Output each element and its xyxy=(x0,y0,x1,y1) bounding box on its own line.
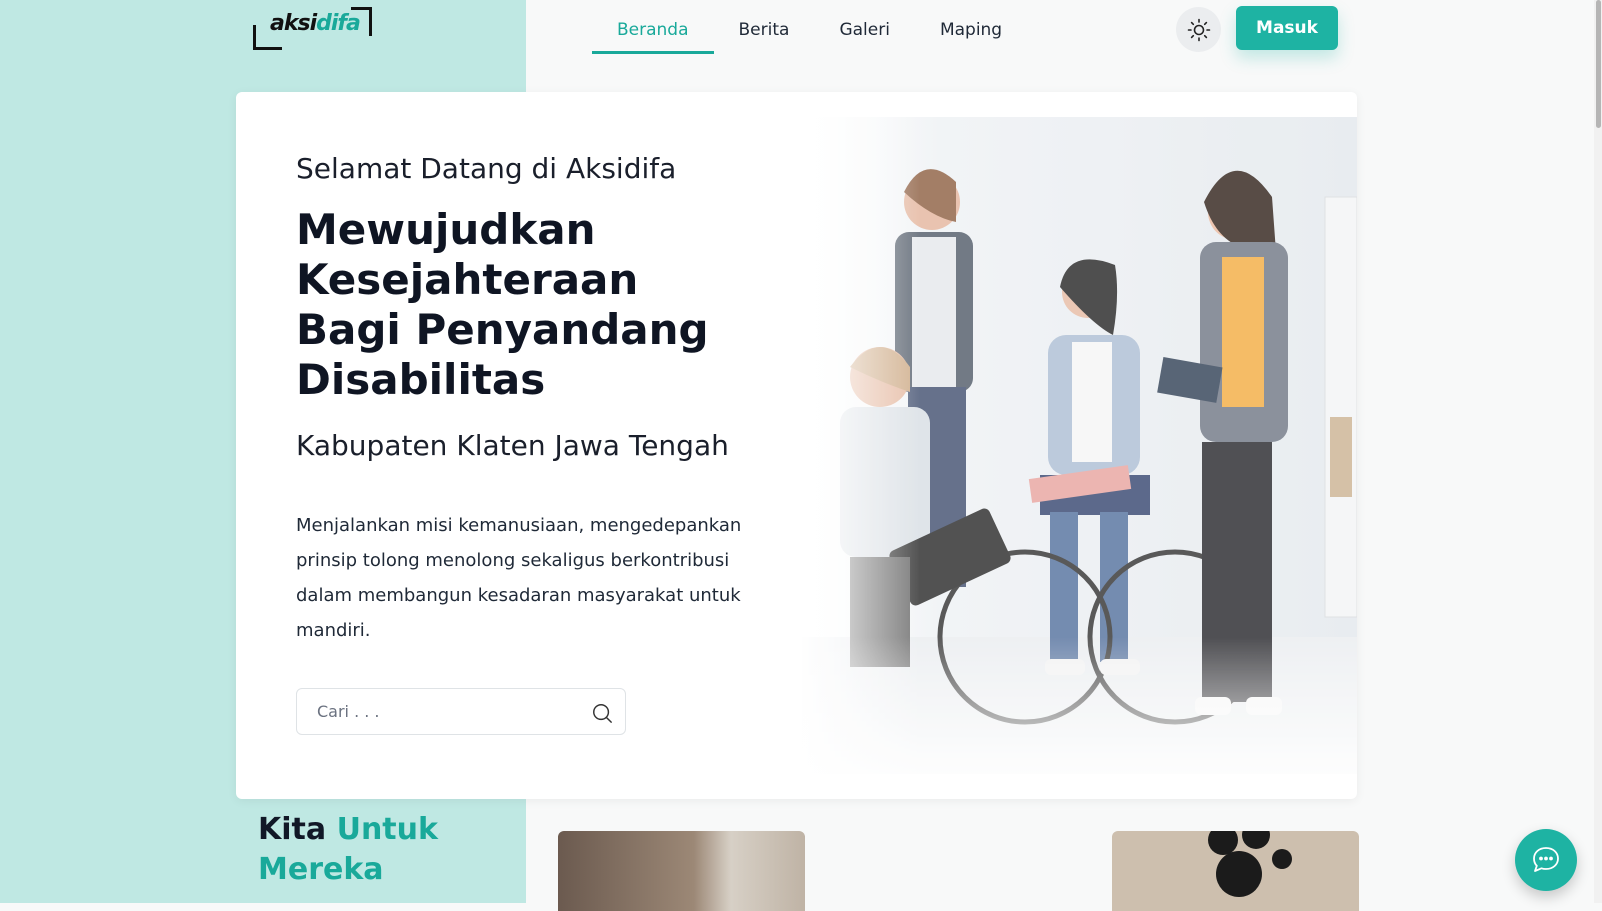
section-title-accent-1: Untuk xyxy=(336,812,438,847)
welcome-heading: Selamat Datang di Aksidifa xyxy=(296,152,677,185)
hero-photo xyxy=(800,117,1357,774)
search-icon[interactable] xyxy=(591,702,613,724)
chat-button[interactable] xyxy=(1515,829,1577,891)
main-nav: Beranda Berita Galeri Maping xyxy=(592,0,1027,54)
section-title-accent-2: Mereka xyxy=(258,852,384,887)
nav-galeri[interactable]: Galeri xyxy=(814,0,915,54)
login-button[interactable]: Masuk xyxy=(1236,6,1338,50)
section-title-word: Kita xyxy=(258,812,327,847)
search-input[interactable] xyxy=(297,689,625,734)
hero-headline: Mewujudkan Kesejahteraan Bagi Penyandang… xyxy=(296,205,709,404)
logo-wordmark: aksidifa xyxy=(270,11,361,36)
nav-berita[interactable]: Berita xyxy=(714,0,815,54)
theme-toggle-button[interactable] xyxy=(1176,7,1221,52)
hero-description: Menjalankan misi kemanusiaan, mengedepan… xyxy=(296,515,742,641)
sun-icon xyxy=(1187,18,1210,41)
search-box xyxy=(296,688,626,735)
hero-text-block: Selamat Datang di Aksidifa Mewujudkan Ke… xyxy=(296,152,756,735)
section-title: Kita Untuk Mereka xyxy=(258,810,438,890)
region-subheading: Kabupaten Klaten Jawa Tengah xyxy=(296,429,729,462)
decor-circle xyxy=(1272,849,1292,869)
nav-beranda[interactable]: Beranda xyxy=(592,0,714,54)
chat-bubble-icon xyxy=(1533,847,1559,872)
aksidifa-logo[interactable]: aksidifa xyxy=(253,7,375,51)
decor-circle xyxy=(1216,851,1262,897)
page-scrollbar[interactable] xyxy=(1594,0,1602,903)
gallery-card-2[interactable] xyxy=(1112,831,1359,911)
nav-maping[interactable]: Maping xyxy=(915,0,1027,54)
decor-circle xyxy=(1242,831,1270,849)
gallery-card-1[interactable] xyxy=(558,831,805,911)
scrollbar-thumb[interactable] xyxy=(1596,0,1601,128)
hero-card: Selamat Datang di Aksidifa Mewujudkan Ke… xyxy=(236,92,1357,799)
